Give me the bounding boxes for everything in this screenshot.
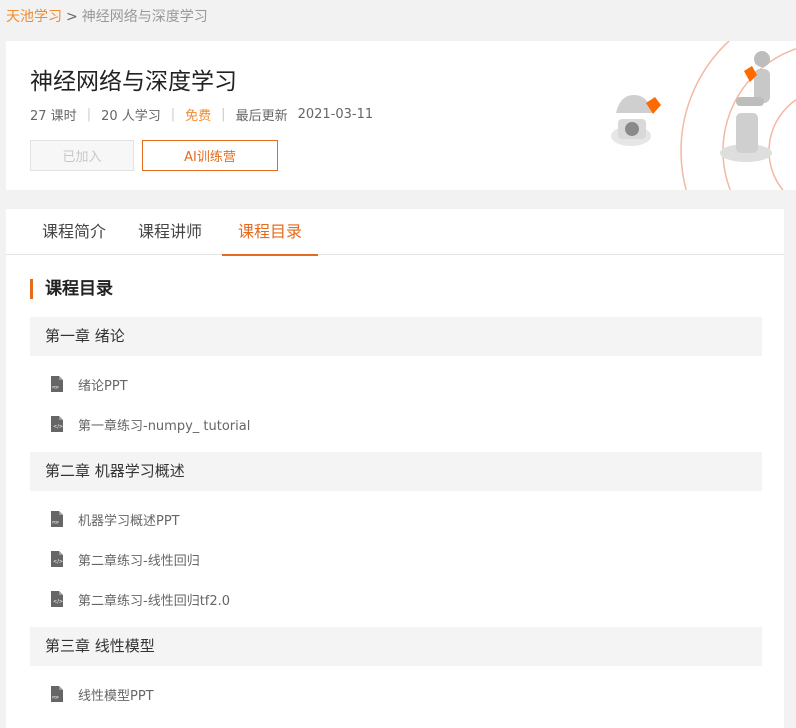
code-file-icon: </>	[51, 416, 63, 432]
student-count: 20 人学习	[101, 109, 161, 124]
course-tabs: 课程简介 课程讲师 课程目录	[6, 209, 784, 256]
breadcrumb: 天池学习 > 神经网络与深度学习	[0, 0, 796, 34]
pdf-file-icon: PDF	[51, 376, 63, 392]
breadcrumb-current: 神经网络与深度学习	[81, 9, 208, 25]
chapter: 第二章 机器学习概述 PDF 机器学习概述PPT </> 第二章练习-线性回归 …	[30, 452, 762, 627]
chapter-title: 第二章 机器学习概述	[30, 452, 762, 491]
lesson-item[interactable]: PDF 机器学习概述PPT	[30, 499, 762, 539]
updated-date: 2021-03-11	[297, 107, 374, 122]
course-meta: 27 课时 | 20 人学习 | 免费 | 最后更新 2021-03-11	[30, 105, 373, 124]
breadcrumb-separator: >	[66, 9, 78, 25]
chapter-title: 第三章 线性模型	[30, 627, 762, 666]
lesson-label: 第二章练习-线性回归	[78, 553, 200, 569]
chapter-title: 第一章 绪论	[30, 317, 762, 356]
code-file-icon: </>	[51, 551, 63, 567]
lesson-item[interactable]: </> 第二章练习-线性回归	[30, 539, 762, 579]
pdf-file-icon: PDF	[51, 686, 63, 702]
chapter: 第三章 线性模型 PDF 线性模型PPT	[30, 627, 762, 722]
course-title: 神经网络与深度学习	[30, 69, 237, 95]
lesson-label: 第一章练习-numpy_ tutorial	[78, 418, 251, 434]
breadcrumb-home-link[interactable]: 天池学习	[6, 9, 62, 25]
svg-text:PDF: PDF	[52, 696, 59, 700]
svg-text:</>: </>	[53, 424, 63, 430]
lesson-item[interactable]: </> 第二章练习-线性回归tf2.0	[30, 579, 762, 619]
lesson-label: 第二章练习-线性回归tf2.0	[78, 593, 231, 609]
lesson-label: 机器学习概述PPT	[78, 513, 180, 529]
meta-divider: |	[86, 107, 92, 122]
tab-instructors[interactable]: 课程讲师	[122, 209, 218, 255]
svg-text:PDF: PDF	[52, 386, 59, 390]
lesson-item[interactable]: PDF 绪论PPT	[30, 364, 762, 404]
course-header: 神经网络与深度学习 27 课时 | 20 人学习 | 免费 | 最后更新 202…	[6, 41, 796, 190]
svg-text:</>: </>	[53, 559, 63, 565]
svg-text:</>: </>	[53, 599, 63, 605]
chapter: 第一章 绪论 PDF 绪论PPT </> 第一章练习-numpy_ tutori…	[30, 317, 762, 452]
catalog-heading: 课程目录	[30, 279, 113, 299]
code-file-icon: </>	[51, 591, 63, 607]
meta-divider: |	[221, 107, 226, 122]
lesson-count: 27 课时	[30, 109, 77, 124]
meta-divider: |	[170, 107, 176, 122]
updated-label: 最后更新	[235, 109, 288, 124]
robot-illustration-icon	[611, 41, 796, 190]
tab-introduction[interactable]: 课程简介	[26, 209, 122, 255]
lesson-item[interactable]: PDF 线性模型PPT	[30, 674, 762, 714]
lesson-label: 绪论PPT	[78, 378, 128, 394]
ai-camp-button[interactable]: AI训练营	[142, 140, 278, 171]
svg-text:PDF: PDF	[52, 521, 59, 525]
lesson-label: 线性模型PPT	[78, 688, 154, 704]
joined-button: 已加入	[30, 140, 134, 171]
chapter-list: 第一章 绪论 PDF 绪论PPT </> 第一章练习-numpy_ tutori…	[30, 317, 762, 722]
lesson-item[interactable]: </> 第一章练习-numpy_ tutorial	[30, 404, 762, 444]
price-badge: 免费	[185, 109, 212, 124]
pdf-file-icon: PDF	[51, 511, 63, 527]
course-content-panel: 课程简介 课程讲师 课程目录 课程目录 第一章 绪论 PDF 绪论PPT </>…	[6, 209, 784, 728]
tab-catalog[interactable]: 课程目录	[222, 209, 318, 256]
